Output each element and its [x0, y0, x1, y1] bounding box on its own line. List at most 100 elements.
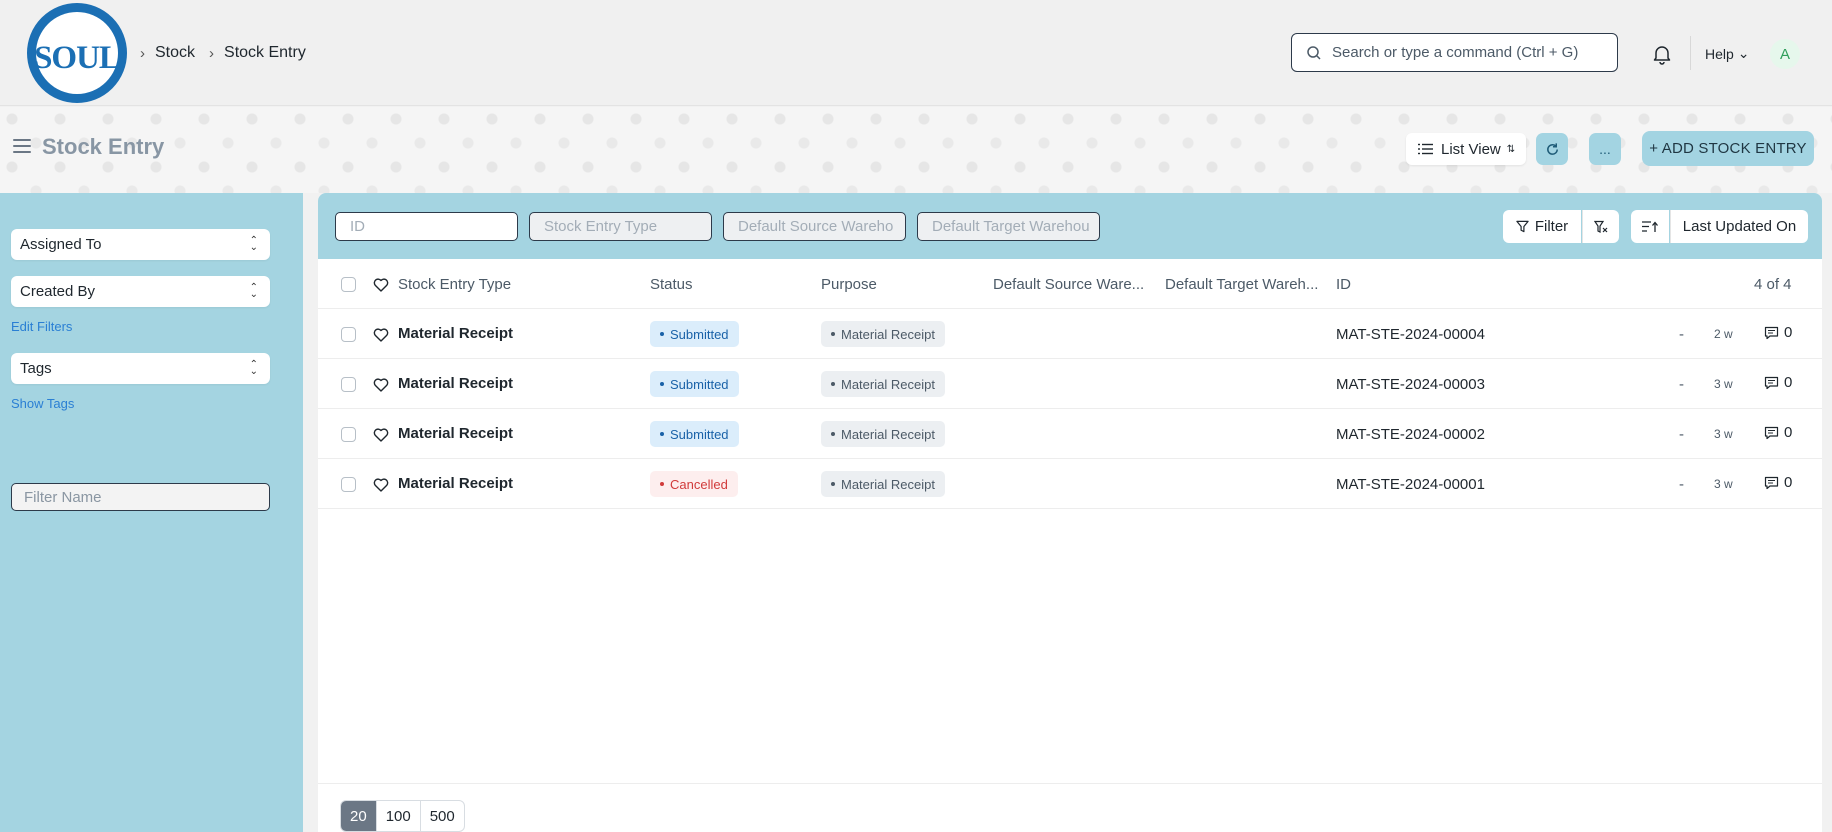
heart-icon[interactable]	[373, 477, 389, 493]
status-badge: Submitted	[650, 321, 739, 347]
select-all-checkbox[interactable]	[341, 277, 356, 292]
search-placeholder: Search or type a command (Ctrl + G)	[1332, 44, 1579, 61]
row-dash: -	[1679, 326, 1684, 343]
assigned-to-select[interactable]: Assigned To ⌃ ⌄	[11, 229, 270, 260]
result-count: 4 of 4	[1754, 276, 1792, 293]
soul-logo[interactable]: SOUL	[27, 3, 127, 103]
row-title[interactable]: Material Receipt	[398, 375, 513, 392]
search-input[interactable]: Search or type a command (Ctrl + G)	[1291, 33, 1618, 72]
comment-icon	[1764, 376, 1779, 389]
filter-button[interactable]: Filter	[1503, 210, 1581, 243]
comment-number: 0	[1784, 374, 1793, 391]
comment-icon	[1764, 326, 1779, 339]
status-badge: Submitted	[650, 371, 739, 397]
breadcrumb-stock[interactable]: Stock	[155, 44, 195, 62]
filter-bar: ID Stock Entry Type Default Source Wareh…	[318, 193, 1822, 259]
header-source-warehouse[interactable]: Default Source Ware...	[993, 276, 1144, 293]
row-id: MAT-STE-2024-00004	[1336, 326, 1485, 343]
purpose-badge: Material Receipt	[821, 471, 945, 497]
refresh-icon	[1546, 142, 1558, 155]
list-view-selector[interactable]: List View ⇅	[1406, 133, 1526, 165]
row-id: MAT-STE-2024-00002	[1336, 426, 1485, 443]
sort-by-selector[interactable]: Last Updated On	[1670, 210, 1808, 243]
row-checkbox[interactable]	[341, 327, 356, 342]
table-row[interactable]: Material Receipt Submitted Material Rece…	[318, 409, 1822, 459]
header-stock-entry-type[interactable]: Stock Entry Type	[398, 276, 511, 293]
header-purpose[interactable]: Purpose	[821, 276, 877, 293]
sort-order-button[interactable]	[1631, 210, 1669, 243]
stock-entry-type-filter[interactable]: Stock Entry Type	[529, 212, 712, 241]
id-filter-input[interactable]: ID	[335, 212, 518, 241]
created-by-select[interactable]: Created By ⌃ ⌄	[11, 276, 270, 307]
row-checkbox[interactable]	[341, 377, 356, 392]
comment-number: 0	[1784, 324, 1793, 341]
more-actions-button[interactable]: ...	[1589, 133, 1621, 165]
list-card: ID Stock Entry Type Default Source Wareh…	[318, 193, 1822, 832]
row-id: MAT-STE-2024-00003	[1336, 376, 1485, 393]
row-title[interactable]: Material Receipt	[398, 425, 513, 442]
add-stock-entry-button[interactable]: + ADD STOCK ENTRY	[1642, 131, 1814, 166]
sort-icon	[1642, 221, 1658, 232]
edit-filters-link[interactable]: Edit Filters	[11, 319, 72, 334]
show-tags-link[interactable]: Show Tags	[11, 396, 74, 411]
row-age: 3 w	[1714, 427, 1733, 441]
divider	[1690, 36, 1691, 70]
breadcrumb-stock-entry[interactable]: Stock Entry	[224, 44, 306, 62]
filter-label: Filter	[1534, 218, 1569, 235]
created-by-label: Created By	[20, 283, 96, 300]
header-target-warehouse[interactable]: Default Target Wareh...	[1165, 276, 1318, 293]
row-dash: -	[1679, 476, 1684, 493]
top-navbar: SOUL › Stock › Stock Entry Search or typ…	[0, 0, 1832, 106]
comment-icon	[1764, 426, 1779, 439]
heart-icon[interactable]	[373, 427, 389, 443]
page-title: Stock Entry	[42, 134, 165, 159]
help-dropdown[interactable]: Help ⌄	[1705, 45, 1750, 62]
tags-select[interactable]: Tags ⌃ ⌄	[11, 353, 270, 384]
select-caret-icon: ⌃ ⌄	[249, 235, 258, 253]
purpose-text: Material Receipt	[841, 476, 935, 492]
row-title[interactable]: Material Receipt	[398, 325, 513, 342]
header-id[interactable]: ID	[1336, 276, 1351, 293]
row-id: MAT-STE-2024-00001	[1336, 476, 1485, 493]
select-caret-icon: ⌃ ⌄	[249, 282, 258, 300]
filter-name-input[interactable]: Filter Name	[11, 483, 270, 511]
search-icon	[1307, 45, 1321, 60]
status-text: Submitted	[670, 376, 729, 392]
source-warehouse-filter[interactable]: Default Source Wareho	[723, 212, 906, 241]
comment-count[interactable]: 0	[1764, 374, 1792, 391]
row-title[interactable]: Material Receipt	[398, 475, 513, 492]
row-checkbox[interactable]	[341, 477, 356, 492]
page-length-20[interactable]: 20	[341, 801, 377, 831]
status-text: Cancelled	[670, 476, 728, 492]
list-view-label: List View	[1441, 140, 1501, 158]
target-warehouse-filter[interactable]: Default Target Warehou	[917, 212, 1100, 241]
bell-icon[interactable]	[1651, 43, 1673, 65]
header-status[interactable]: Status	[650, 276, 693, 293]
comment-number: 0	[1784, 424, 1793, 441]
table-row[interactable]: Material Receipt Submitted Material Rece…	[318, 359, 1822, 409]
chevron-right-icon: ›	[140, 44, 145, 62]
table-row[interactable]: Material Receipt Cancelled Material Rece…	[318, 459, 1822, 509]
help-label: Help	[1705, 45, 1734, 62]
sidebar-toggle-icon[interactable]	[13, 139, 31, 155]
chevron-right-icon: ›	[209, 44, 215, 62]
row-age: 2 w	[1714, 327, 1733, 341]
avatar[interactable]: A	[1770, 39, 1800, 69]
clear-filter-button[interactable]	[1582, 210, 1619, 243]
heart-icon[interactable]	[373, 377, 389, 393]
status-badge: Cancelled	[650, 471, 738, 497]
heart-icon[interactable]	[373, 327, 389, 343]
heart-icon[interactable]	[373, 277, 389, 293]
breadcrumb: › Stock › Stock Entry	[140, 44, 320, 62]
page-length-100[interactable]: 100	[377, 801, 421, 831]
page-length-500[interactable]: 500	[421, 801, 464, 831]
purpose-badge: Material Receipt	[821, 321, 945, 347]
comment-count[interactable]: 0	[1764, 424, 1792, 441]
comment-count[interactable]: 0	[1764, 474, 1792, 491]
refresh-button[interactable]	[1536, 133, 1568, 165]
row-checkbox[interactable]	[341, 427, 356, 442]
status-text: Submitted	[670, 326, 729, 342]
sidebar: Assigned To ⌃ ⌄ Created By ⌃ ⌄ Edit Filter…	[0, 193, 303, 832]
comment-count[interactable]: 0	[1764, 324, 1792, 341]
table-row[interactable]: Material Receipt Submitted Material Rece…	[318, 309, 1822, 359]
